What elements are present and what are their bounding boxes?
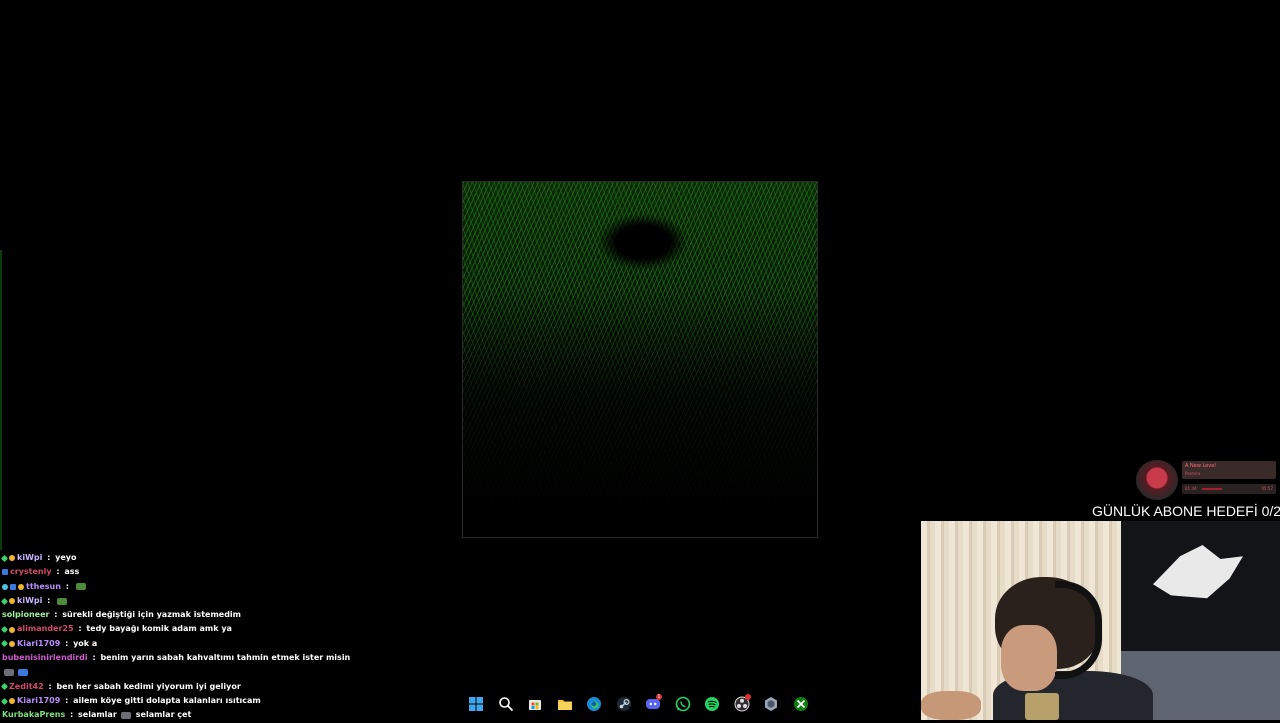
- chat-separator: :: [62, 695, 72, 705]
- taskbar: 1: [466, 692, 811, 716]
- emote-icon: [18, 669, 28, 677]
- chat-message: Kiari1709 : ailem köye gitti dolapta kal…: [0, 694, 302, 708]
- obs-recording-dot: [744, 694, 751, 700]
- chat-separator: :: [75, 624, 85, 634]
- left-edge-strip: [0, 250, 2, 550]
- chat-message: kiWpi : yeyo: [0, 551, 302, 565]
- chat-text: selamlar: [78, 710, 117, 720]
- gold-badge-icon: [9, 598, 15, 605]
- chat-separator: :: [51, 610, 61, 620]
- green-badge-icon: [0, 597, 9, 605]
- game-viewport[interactable]: [462, 181, 818, 538]
- chat-username: crystenly: [10, 567, 52, 577]
- chat-text: yok a: [73, 638, 98, 648]
- song-elapsed: 01:44: [1185, 486, 1197, 491]
- chat-username: Kiari1709: [17, 695, 61, 705]
- emote-icon: [120, 711, 131, 719]
- search-icon[interactable]: [496, 694, 516, 714]
- green-badge-icon: [0, 697, 9, 705]
- chat-text: ben her sabah kedimi yiyorum iyi geliyor: [56, 681, 241, 691]
- cyan-badge-icon: [2, 583, 8, 590]
- album-art: [1136, 460, 1178, 500]
- chat-text: ailem köye gitti dolapta kalanları ısıtı…: [73, 695, 261, 705]
- chat-message: bubenisinirlendirdi : benim yarın sabah …: [2, 651, 350, 665]
- edge-browser-icon[interactable]: [584, 694, 604, 714]
- chat-message: crystenly : ass: [2, 565, 302, 579]
- discord-icon[interactable]: 1: [643, 694, 663, 714]
- chat-separator: :: [44, 553, 54, 562]
- windows-start-icon[interactable]: [466, 694, 486, 714]
- chat-username: bubenisinirlendirdi: [2, 653, 88, 663]
- chat-overlay: kiWpi : yeyo crystenly : ass tthesun : kiW…: [0, 551, 350, 723]
- chat-message: tthesun :: [2, 580, 302, 594]
- chat-username: kiWpi: [17, 553, 43, 562]
- chat-separator: :: [89, 653, 99, 663]
- chat-message: solpioneer : sürekli değiştiği için yazm…: [2, 608, 302, 622]
- emote-icon: [57, 597, 68, 605]
- gold-badge-icon: [9, 555, 15, 562]
- chat-text: benim yarın sabah kahvaltımı tahmin etme…: [100, 653, 351, 663]
- green-badge-icon: [0, 683, 9, 691]
- chat-username: kiWpi: [17, 595, 43, 605]
- microsoft-store-icon[interactable]: [525, 694, 545, 714]
- chat-username: Zedit42: [9, 681, 44, 691]
- steam-icon[interactable]: [614, 694, 634, 714]
- chat-message: KurbakaPrens : selamlar selamlar çet: [2, 708, 302, 722]
- chat-username: solpioneer: [2, 610, 50, 620]
- now-playing-card: A New Level Pantera: [1182, 461, 1276, 479]
- chat-username: KurbakaPrens: [2, 710, 66, 720]
- chat-username: Kiari1709: [17, 638, 61, 648]
- song-progress-bar: 01:44 05:57: [1182, 484, 1276, 494]
- chat-separator: :: [53, 567, 63, 577]
- chat-text: ass: [64, 567, 80, 577]
- green-badge-icon: [0, 554, 9, 562]
- chat-username: alimander25: [17, 624, 74, 634]
- blue-badge-icon: [10, 583, 16, 590]
- emote-icon: [4, 669, 14, 677]
- cup: [1025, 693, 1059, 720]
- gold-badge-icon: [9, 626, 15, 633]
- streamer-face: [1001, 625, 1057, 691]
- gold-badge-icon: [9, 698, 15, 705]
- chat-separator: :: [45, 681, 55, 691]
- discord-notification-badge: 1: [656, 694, 662, 700]
- blue-badge-icon: [2, 569, 8, 576]
- chat-message: Zedit42 : ben her sabah kedimi yiyorum i…: [0, 680, 302, 694]
- green-badge-icon: [0, 640, 9, 648]
- stream-scene: kiWpi : yeyo crystenly : ass tthesun : kiW…: [0, 0, 1280, 720]
- spotify-icon[interactable]: [702, 694, 722, 714]
- obs-icon[interactable]: [732, 694, 752, 714]
- webcam-feed: [921, 521, 1280, 720]
- file-explorer-icon[interactable]: [555, 694, 575, 714]
- chat-text: tedy bayağı komik adam amk ya: [86, 624, 232, 634]
- chat-message: Kiari1709 : yok a: [0, 637, 302, 651]
- app-icon[interactable]: [761, 694, 781, 714]
- chat-separator: :: [62, 638, 72, 648]
- chat-separator: :: [67, 710, 77, 720]
- chat-separator: :: [62, 581, 72, 591]
- chat-message: alimander25 : tedy bayağı komik adam amk…: [0, 622, 302, 636]
- streamer-hand: [921, 691, 981, 720]
- song-artist: Pantera: [1185, 471, 1201, 476]
- chat-text: selamlar çet: [135, 710, 192, 720]
- now-playing-widget: A New Level Pantera 01:44 05:57: [1136, 457, 1280, 501]
- sub-goal-text: GÜNLÜK ABONE HEDEFİ 0/2: [1092, 503, 1280, 519]
- gold-badge-icon: [18, 583, 24, 590]
- chat-text: sürekli değiştiği için yazmak istemedim: [62, 610, 242, 620]
- song-progress-fill: [1202, 488, 1223, 490]
- song-title: A New Level: [1185, 463, 1216, 469]
- chat-message: kiWpi :: [0, 594, 302, 608]
- song-total: 05:57: [1261, 486, 1273, 491]
- gold-badge-icon: [9, 640, 15, 647]
- whatsapp-icon[interactable]: [673, 694, 693, 714]
- chat-separator: :: [44, 595, 54, 605]
- emote-icon: [75, 583, 86, 591]
- chat-message: [2, 665, 302, 679]
- chat-text: yeyo: [55, 553, 77, 562]
- chat-username: tthesun: [26, 581, 61, 591]
- green-badge-icon: [0, 626, 9, 634]
- xbox-icon[interactable]: [791, 694, 811, 714]
